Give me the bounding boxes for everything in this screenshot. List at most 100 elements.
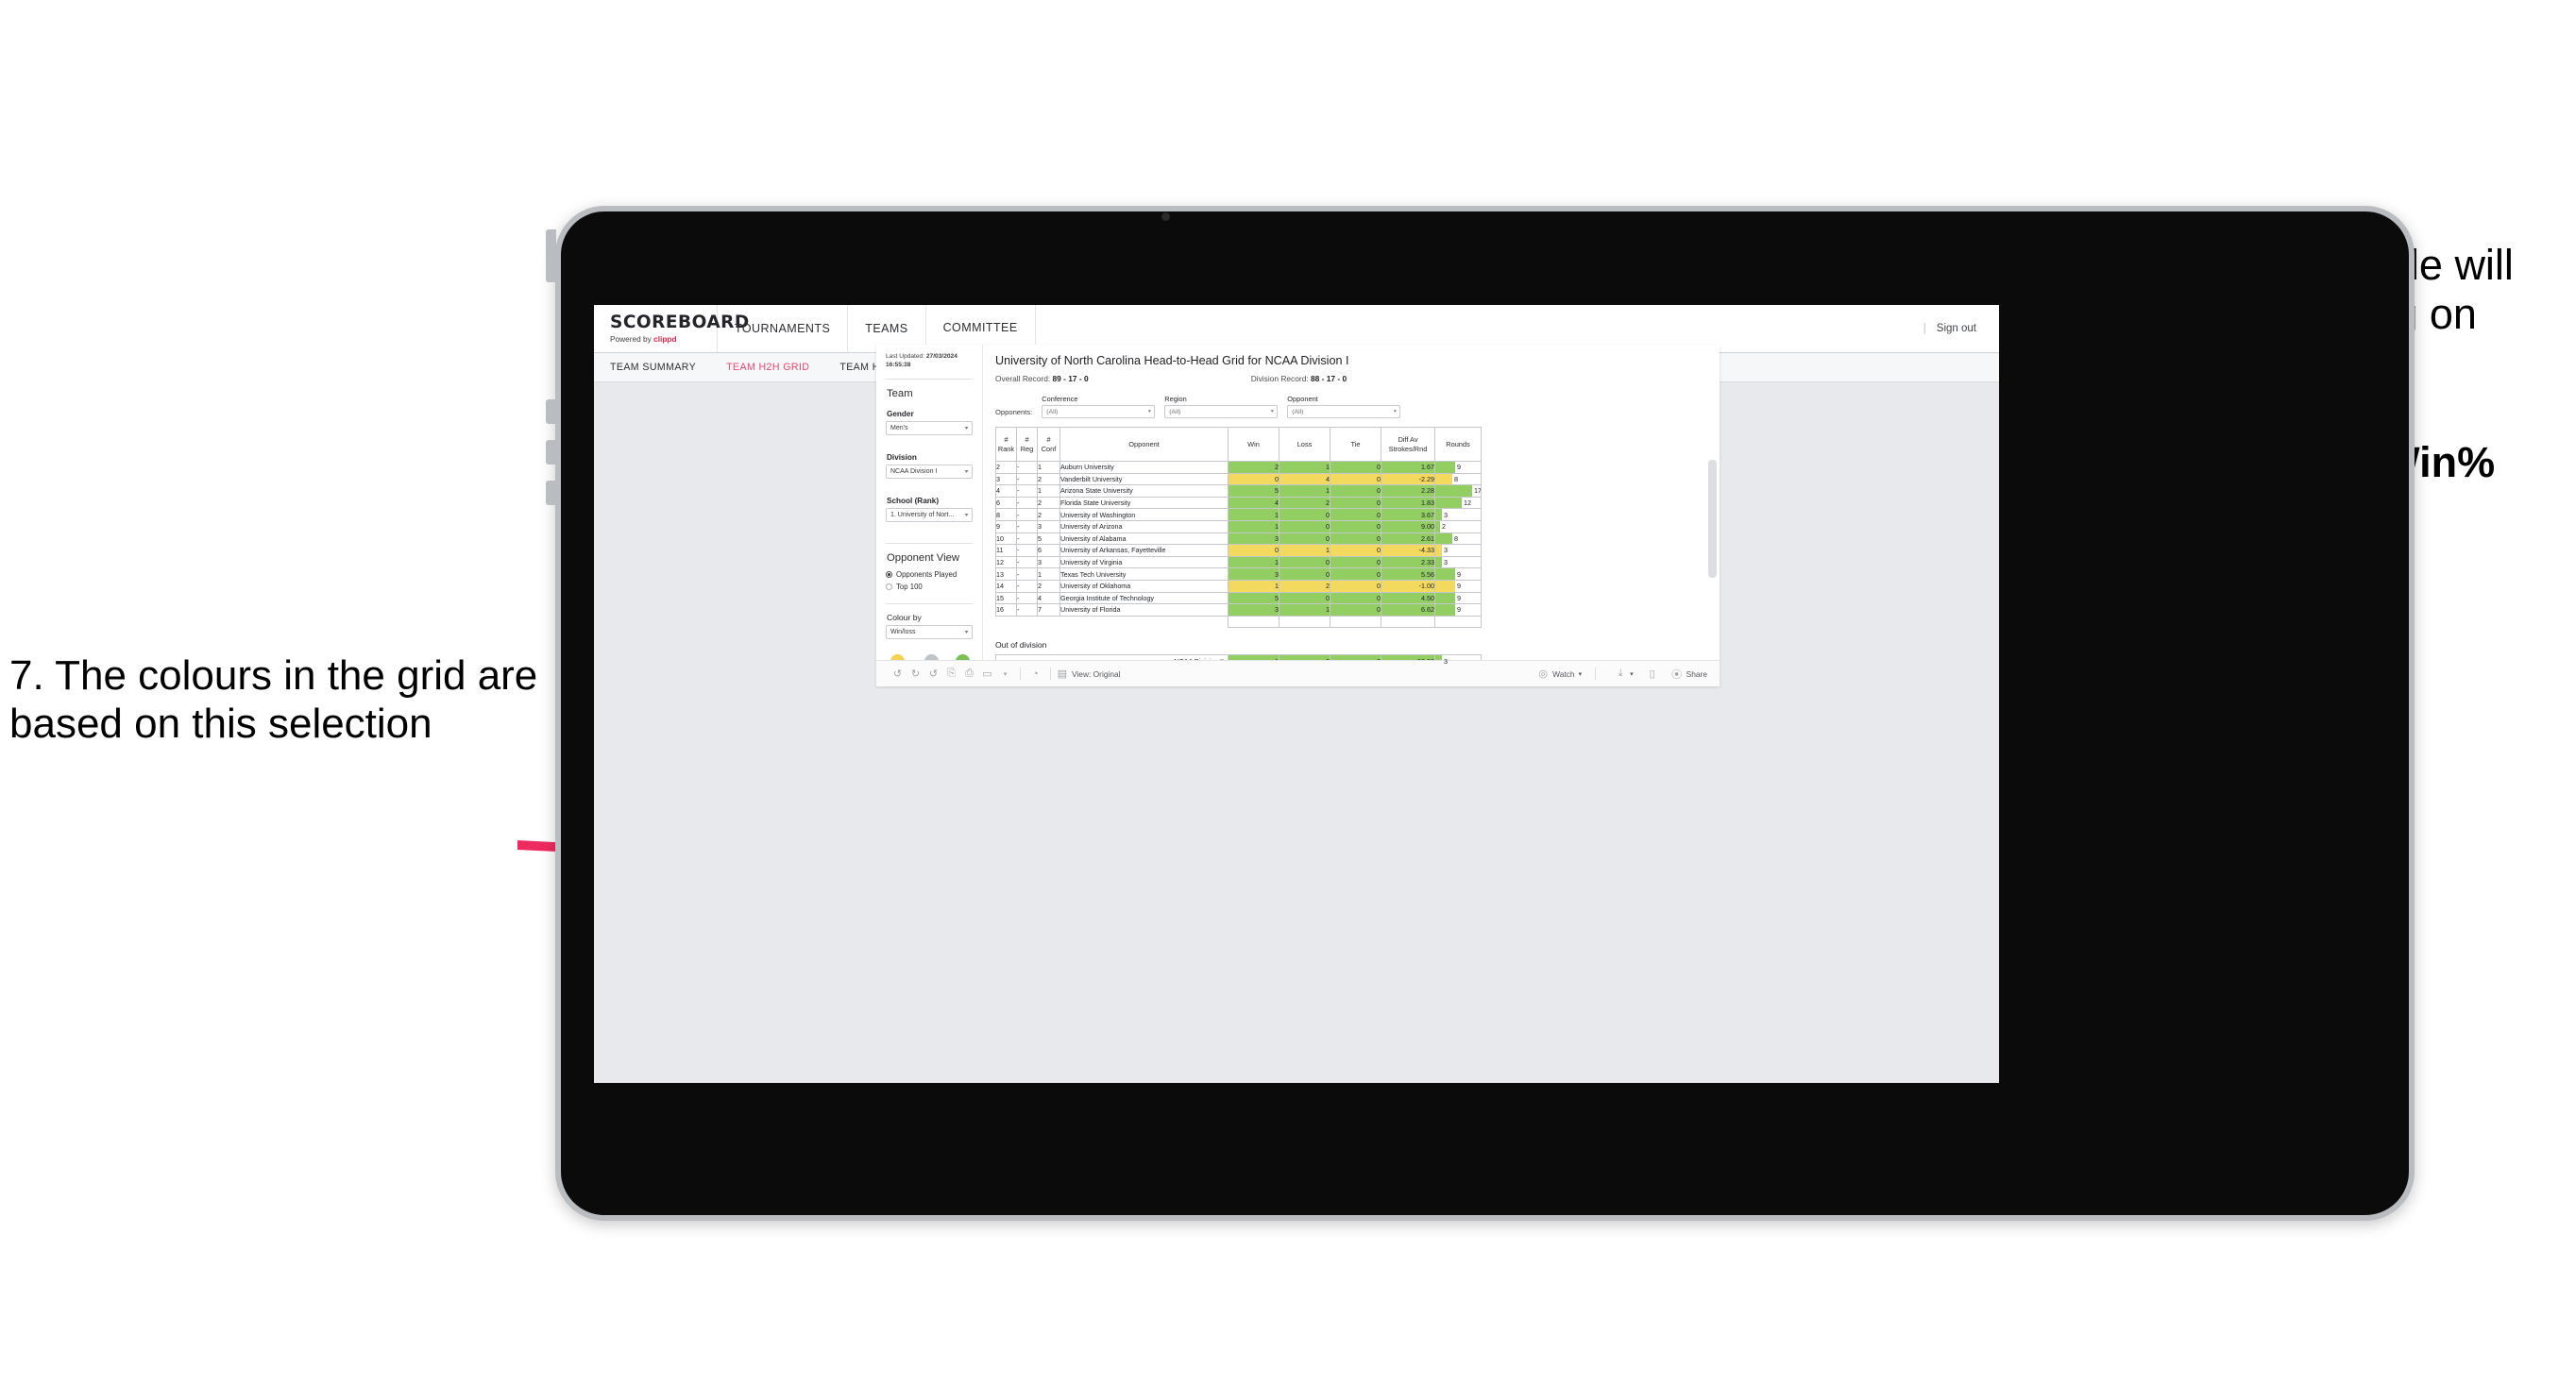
table-row[interactable]: 12-3 University of Virginia 1 0 0 2.33 3 [995,555,1482,569]
share-label: Share [1686,668,1707,679]
col-opponent[interactable]: Opponent [1059,427,1229,462]
table-row[interactable]: 14-2 University of Oklahoma 1 2 0 -1.00 9 [995,579,1482,593]
undo-icon[interactable]: ↺ [889,668,907,680]
share-icon: ⦿ [1671,668,1683,681]
header-right: | Sign out [1924,305,1999,352]
col-rounds[interactable]: Rounds [1434,427,1482,462]
cell-reg: - [1016,472,1038,486]
table-row[interactable]: 13-1 Texas Tech University 3 0 0 5.56 9 [995,567,1482,581]
cell-opponent: Vanderbilt University [1059,472,1229,486]
cell-win: 3 [1228,532,1280,546]
pause-updates-icon[interactable]: ⎙ [960,668,978,680]
filter-region: Region (All) ▾ [1164,395,1279,418]
divider [886,542,973,544]
cell-loss: 0 [1279,508,1330,521]
filter-opponent-select[interactable]: (All) ▾ [1287,405,1401,418]
table-row[interactable]: 11-6 University of Arkansas, Fayetteville… [995,544,1482,557]
filter-conference: Conference (All) ▾ [1042,395,1156,418]
radio-icon-unselected [886,583,892,590]
cell-rounds: 2 [1434,519,1482,533]
table-row[interactable]: 3-2 Vanderbilt University 0 4 0 -2.29 8 [995,472,1482,486]
cell-opponent: University of Arizona [1059,519,1229,533]
cell-win: 3 [1228,603,1280,617]
school-select[interactable]: 1. University of Nort... ▾ [886,507,973,522]
filter-conference-label: Conference [1042,395,1078,403]
table-row[interactable]: 15-4 Georgia Institute of Technology 5 0 0 4.… [995,591,1482,605]
tablet-volume-down-button[interactable] [546,440,556,465]
gender-select[interactable]: Men's ▾ [886,420,973,435]
subnav-team-h2h-grid[interactable]: TEAM H2H GRID [726,362,809,373]
table-row[interactable]: 8-2 University of Washington 1 0 0 3.67 3 [995,508,1482,521]
table-row[interactable]: 2-1 Auburn University 2 1 0 1.67 9 [995,461,1482,474]
colour-by-select[interactable]: Win/loss ▾ [886,624,973,639]
cell-conf: 2 [1037,579,1060,593]
nav-tournaments[interactable]: TOURNAMENTS [718,305,849,352]
cell-conf: 5 [1037,532,1060,546]
cell-rounds: 8 [1434,532,1482,546]
radio-top-100[interactable]: Top 100 [886,583,973,591]
table-row[interactable]: 4-1 Arizona State University 5 1 0 2.28 17 [995,484,1482,498]
colour-by-value: Win/loss [890,628,916,635]
col-loss[interactable]: Loss [1279,427,1330,462]
division-select[interactable]: NCAA Division I ▾ [886,464,973,479]
school-label: School (Rank) [887,496,940,505]
cell-conf: 7 [1037,603,1060,617]
cell-rounds: 9 [1434,567,1482,581]
table-row[interactable]: 10-5 University of Alabama 3 0 0 2.61 8 [995,532,1482,546]
subnav-team-summary[interactable]: TEAM SUMMARY [610,362,696,373]
col-diff[interactable]: Diff Av Strokes/Rnd [1381,427,1435,462]
revert-icon[interactable]: ↺ [924,668,942,680]
cell-loss: 1 [1279,461,1330,474]
cell-rounds: 17 [1434,484,1482,498]
zoom-icon[interactable]: ▭ [978,668,996,680]
cell-rank: 3 [995,472,1017,486]
col-reg[interactable]: # Reg [1016,427,1038,462]
visualization-card: Last Updated: 27/03/2024 16:55:38 Team G… [876,345,1720,686]
download-icon: ⤓ [1618,668,1623,679]
cell-conf: 2 [1037,472,1060,486]
brand-logo[interactable]: SCOREBOARD Powered by clippd [594,305,749,352]
history-icon[interactable]: ◔ [1026,668,1044,680]
chevron-down-icon: ▾ [1393,409,1397,414]
col-win[interactable]: Win [1228,427,1280,462]
view-original-button[interactable]: ▤ View: Original [1057,668,1121,680]
cell-rank: 14 [995,579,1017,593]
tablet-volume-up-button[interactable] [546,399,556,424]
device-layout-button[interactable]: ▯ [1647,668,1658,680]
chevron-down-icon: ▾ [1147,409,1151,414]
cell-reg: - [1016,519,1038,533]
filter-conference-select[interactable]: (All) ▾ [1042,405,1156,418]
tablet-side-button[interactable] [546,481,556,505]
cell-rank: 6 [995,496,1017,510]
view-icon: ▤ [1057,668,1068,680]
tablet-power-button[interactable] [546,229,556,282]
cell-rounds: 9 [1434,461,1482,474]
watch-label: Watch [1552,668,1575,679]
cell-opponent: Florida State University [1059,496,1229,510]
col-conf[interactable]: # Conf [1037,427,1060,462]
cell-win: 1 [1228,555,1280,569]
cell-opponent: University of Washington [1059,508,1229,521]
toolbar-divider [1050,668,1051,680]
table-row[interactable]: 9-3 University of Arizona 1 0 0 9.00 2 [995,519,1482,533]
refresh-data-icon[interactable]: ⎘ [942,668,960,680]
last-updated-label: Last Updated: [886,353,926,360]
share-button[interactable]: ⦿ Share [1671,667,1707,682]
grid-scrollbar[interactable] [1708,460,1717,578]
cell-loss: 4 [1279,472,1330,486]
col-rank[interactable]: # Rank [995,427,1017,462]
annotation-left-text: 7. The colours in the grid are based on … [9,652,538,748]
watch-button[interactable]: ◎ Watch ▾ [1537,668,1582,680]
cell-win: 0 [1228,544,1280,557]
table-row[interactable]: 16-7 University of Florida 3 1 0 6.62 9 [995,603,1482,617]
col-tie[interactable]: Tie [1330,427,1381,462]
download-button[interactable]: ⤓ ▾ [1615,668,1634,680]
radio-opponents-played[interactable]: Opponents Played [886,570,973,579]
filter-region-select[interactable]: (All) ▾ [1164,405,1279,418]
sign-out-link[interactable]: Sign out [1937,323,1976,334]
filter-opponent-label: Opponent [1287,395,1318,403]
redo-icon[interactable]: ↻ [907,668,924,680]
chevron-down-icon[interactable]: ▾ [996,670,1014,678]
table-row[interactable]: 6-2 Florida State University 4 2 0 1.83 12 [995,496,1482,510]
cell-rank: 15 [995,591,1017,605]
